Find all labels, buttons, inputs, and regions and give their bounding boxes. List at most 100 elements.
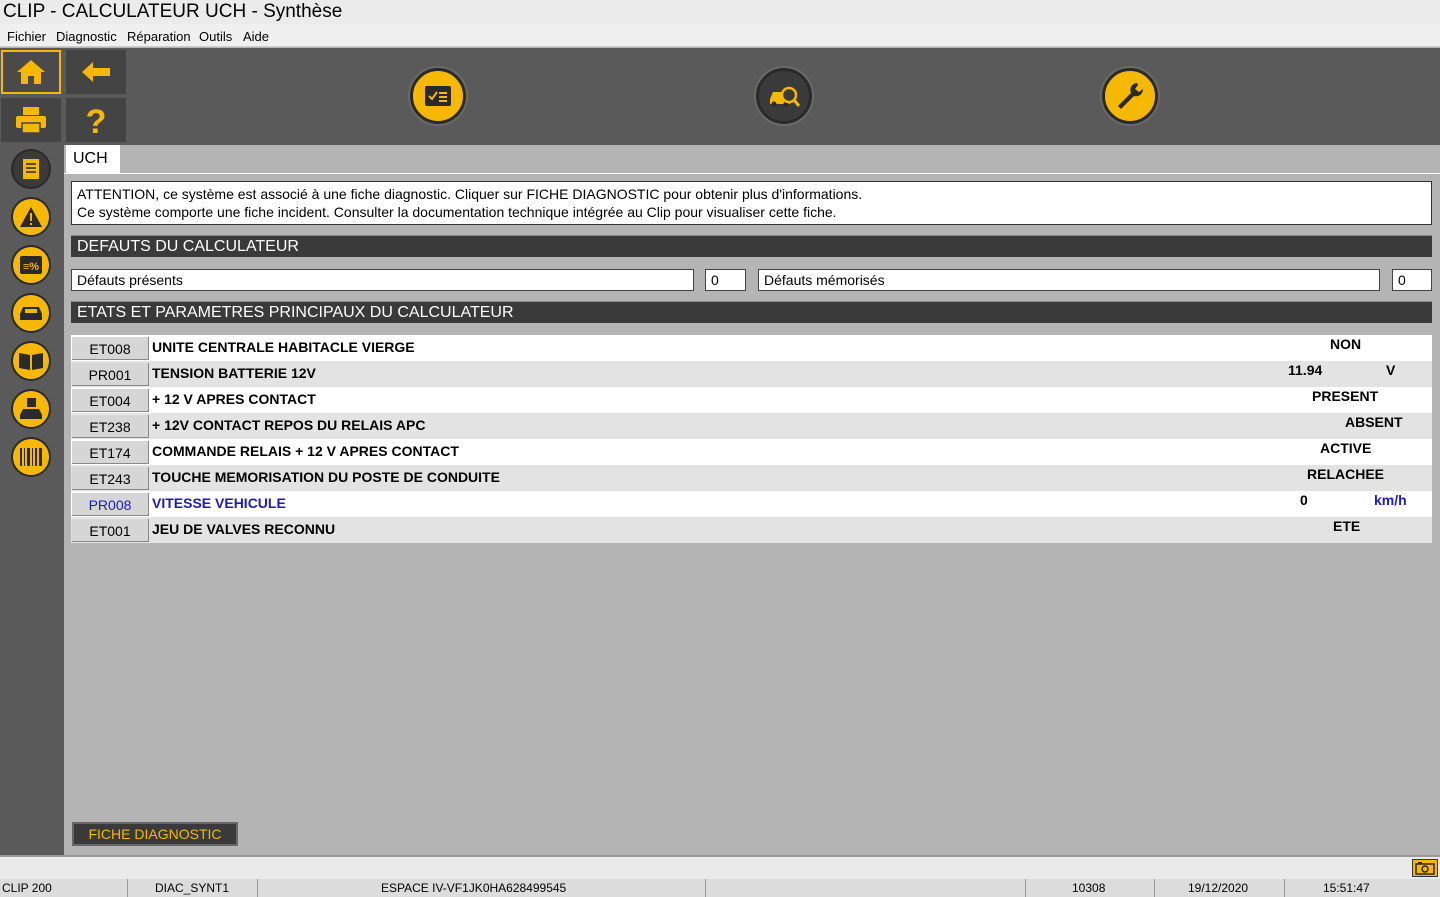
table-row[interactable]: ET008 UNITE CENTRALE HABITACLE VIERGE NO… [71,335,1432,361]
status-separator [1284,879,1285,897]
printer-icon [16,107,46,134]
menu-fichier[interactable]: Fichier [7,29,46,44]
row-code[interactable]: PR001 [72,363,149,386]
row-label: + 12 V APRES CONTACT [152,391,316,407]
table-row[interactable]: ET238 + 12V CONTACT REPOS DU RELAIS APC … [71,413,1432,439]
save-car-icon [20,398,42,419]
row-unit: V [1386,362,1396,378]
car-search-icon [770,86,801,107]
row-value: NON [1330,336,1362,352]
left-sidebar: ≡% [0,145,64,855]
warning-button[interactable] [11,197,51,237]
svg-text:?: ? [86,103,107,137]
save-vehicle-button[interactable] [11,389,51,429]
row-value: RELACHEE [1307,466,1385,482]
wrench-icon [1118,83,1144,109]
row-code[interactable]: ET238 [72,415,149,438]
table-row[interactable]: ET004 + 12 V APRES CONTACT PRESENT [71,387,1432,413]
menu-diagnostic[interactable]: Diagnostic [56,29,117,44]
defauts-presents-label: Défauts présents [71,269,694,291]
status-date: 19/12/2020 [1188,881,1249,895]
menu-reparation[interactable]: Réparation [127,29,191,44]
barcode-button[interactable] [11,437,51,477]
status-bar: CLIP 200 DIAC_SYNT1 ESPACE IV-VF1JK0HA62… [0,879,1440,897]
main-panel: UCH ATTENTION, ce système est associé à … [64,145,1440,855]
menu-aide[interactable]: Aide [243,29,269,44]
table-row[interactable]: ET243 TOUCHE MEMORISATION DU POSTE DE CO… [71,465,1432,491]
status-separator [257,879,258,897]
title-bar: CLIP - CALCULATEUR UCH - Synthèse [0,0,1440,24]
tab-uch[interactable]: UCH [66,145,120,173]
table-row[interactable]: PR001 TENSION BATTERIE 12V 11.94 V [71,361,1432,387]
row-code[interactable]: ET008 [72,337,149,360]
status-device: CLIP 200 [2,881,52,895]
status-vehicle: ESPACE IV-VF1JK0HA628499545 [381,881,567,895]
status-time: 15:51:47 [1323,881,1370,895]
bottom-band [0,855,1440,879]
help-button[interactable]: ? [66,98,126,142]
row-label: JEU DE VALVES RECONNU [152,521,336,537]
arrow-left-icon [82,62,110,82]
menu-outils[interactable]: Outils [199,29,232,44]
checklist-button[interactable] [410,68,466,124]
parameters-button[interactable]: ≡% [11,245,51,285]
vehicle-diagnostic-button[interactable] [756,68,812,124]
document-icon [23,159,39,179]
table-row[interactable]: PR008 VITESSE VEHICULE 0 km/h [71,491,1432,517]
row-label: + 12V CONTACT REPOS DU RELAIS APC [152,417,426,433]
row-label: COMMANDE RELAIS + 12 V APRES CONTACT [152,443,459,459]
fiche-diagnostic-button[interactable]: FICHE DIAGNOSTIC [72,822,238,846]
question-mark-icon: ? [86,103,107,137]
row-value: ABSENT [1345,414,1403,430]
row-code[interactable]: ET004 [72,389,149,412]
row-code[interactable]: PR008 [72,493,149,516]
row-value: 11.94 [1288,362,1323,378]
row-label: VITESSE VEHICULE [152,495,286,511]
row-label: TOUCHE MEMORISATION DU POSTE DE CONDUITE [152,469,500,485]
camera-button[interactable] [1412,859,1438,877]
row-value: PRESENT [1312,388,1379,404]
defauts-memorises-count: 0 [1392,269,1432,291]
camera-icon [1415,862,1435,875]
row-code[interactable]: ET243 [72,467,149,490]
warning-message: ATTENTION, ce système est associé à une … [71,181,1432,225]
status-code: 10308 [1072,881,1106,895]
table-row[interactable]: ET001 JEU DE VALVES RECONNU ETE [71,517,1432,543]
manual-button[interactable] [11,341,51,381]
etats-header: ETATS ET PARAMETRES PRINCIPAUX DU CALCUL… [71,301,1432,323]
status-separator [1025,879,1026,897]
row-value: ETE [1333,518,1361,534]
etats-table: ET008 UNITE CENTRALE HABITACLE VIERGE NO… [71,335,1432,543]
row-code[interactable]: ET001 [72,519,149,542]
defauts-memorises-label: Défauts mémorisés [758,269,1380,291]
status-separator [127,879,128,897]
row-label: UNITE CENTRALE HABITACLE VIERGE [152,339,415,355]
repair-button[interactable] [1102,68,1158,124]
menu-bar: Fichier Diagnostic Réparation Outils Aid… [0,24,1440,47]
percent-list-icon: ≡% [20,256,42,274]
status-separator [1154,879,1155,897]
checklist-icon [425,86,451,106]
back-button[interactable] [66,50,126,94]
book-icon [19,353,43,370]
row-value: ACTIVE [1320,440,1372,456]
svg-text:≡%: ≡% [23,261,39,273]
vehicle-button[interactable] [11,293,51,333]
home-icon [17,60,45,84]
defauts-header: DEFAUTS DU CALCULATEUR [71,235,1432,257]
barcode-icon [20,448,42,466]
tab-divider [64,173,1440,174]
warning-line-1: ATTENTION, ce système est associé à une … [77,186,863,202]
document-button[interactable] [11,149,51,189]
window-title: CLIP - CALCULATEUR UCH - Synthèse [3,1,343,22]
row-unit: km/h [1374,492,1407,508]
print-button[interactable] [1,98,61,142]
row-value: 0 [1300,492,1308,508]
row-code[interactable]: ET174 [72,441,149,464]
status-screen: DIAC_SYNT1 [155,881,230,895]
table-row[interactable]: ET174 COMMANDE RELAIS + 12 V APRES CONTA… [71,439,1432,465]
car-icon [20,307,42,320]
warning-icon [20,207,42,227]
home-button[interactable] [1,50,61,94]
warning-line-2: Ce système comporte une fiche incident. … [77,204,837,220]
